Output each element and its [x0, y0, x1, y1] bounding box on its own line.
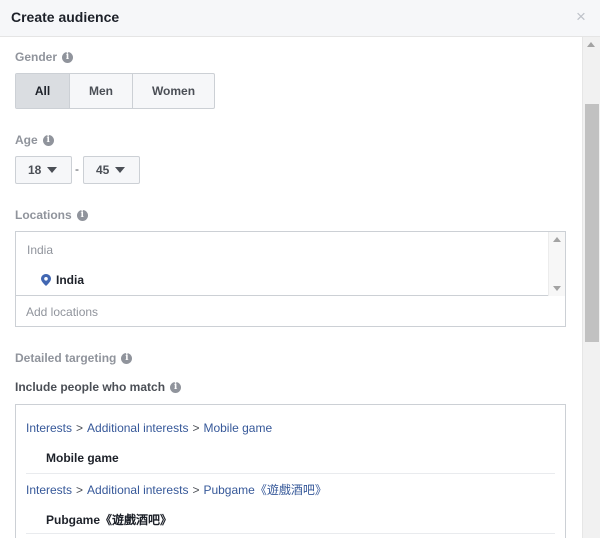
dialog-scrollbar[interactable] [582, 37, 600, 538]
age-min-value: 18 [28, 163, 42, 177]
locations-list-scrollbar[interactable] [548, 232, 565, 296]
info-icon[interactable]: i [76, 209, 88, 221]
info-icon[interactable]: i [62, 51, 74, 63]
location-pin-icon [41, 274, 51, 286]
location-item[interactable]: India [41, 273, 84, 287]
breadcrumb-link[interactable]: Additional interests [87, 421, 188, 435]
interest-breadcrumb: Interests > Additional interests > Pubgame《遊… [26, 481, 327, 498]
info-icon[interactable]: i [170, 381, 182, 393]
include-people-label: Include people who match i [15, 380, 182, 394]
location-item-label: India [56, 273, 85, 287]
interests-box: Interests > Additional interests > Mobile ga… [15, 404, 566, 538]
breadcrumb-separator: > [192, 483, 200, 497]
breadcrumb-link[interactable]: Additional interests [87, 483, 188, 497]
caret-down-icon [115, 167, 126, 173]
age-min-select[interactable]: 18 [15, 156, 72, 184]
dialog-title: Create audience [11, 9, 120, 25]
gender-label-text: Gender [15, 50, 58, 64]
locations-box: India India [15, 231, 566, 327]
divider [26, 533, 555, 534]
scroll-up-arrow-icon[interactable] [587, 42, 595, 47]
interest-item: Mobile game [46, 451, 119, 465]
breadcrumb-separator: > [76, 483, 84, 497]
divider [26, 473, 555, 474]
include-people-label-text: Include people who match [15, 380, 166, 394]
age-label: Age i [15, 133, 54, 147]
breadcrumb-link[interactable]: Interests [26, 421, 72, 435]
age-label-text: Age [15, 133, 38, 147]
scroll-down-arrow-icon[interactable] [553, 286, 561, 291]
detailed-targeting-label-text: Detailed targeting [15, 351, 117, 365]
breadcrumb-link[interactable]: Mobile game [203, 421, 272, 435]
info-icon[interactable]: i [121, 352, 133, 364]
location-group-label: India [27, 243, 54, 257]
locations-list: India India [16, 232, 565, 296]
add-locations-input[interactable] [16, 297, 565, 326]
close-icon[interactable]: × [574, 8, 588, 26]
age-max-select[interactable]: 45 [83, 156, 140, 184]
locations-label: Locations i [15, 208, 88, 222]
breadcrumb-separator: > [76, 421, 84, 435]
caret-down-icon [47, 167, 58, 173]
dialog-header: Create audience × [0, 0, 600, 37]
info-icon[interactable]: i [42, 134, 54, 146]
interest-item: Pubgame《遊戲酒吧》 [46, 513, 173, 527]
detailed-targeting-label: Detailed targeting i [15, 351, 133, 365]
breadcrumb-link[interactable]: Interests [26, 483, 72, 497]
interest-breadcrumb: Interests > Additional interests > Mobile ga… [26, 421, 272, 435]
gender-men-button[interactable]: Men [70, 74, 133, 108]
dialog-body: Gender i All Men Women Age i 18 - 45 Loc… [0, 37, 582, 538]
gender-segmented-control: All Men Women [15, 73, 215, 109]
locations-label-text: Locations [15, 208, 72, 222]
age-separator: - [75, 162, 79, 176]
gender-label: Gender i [15, 50, 74, 64]
gender-all-button[interactable]: All [16, 74, 70, 108]
gender-women-button[interactable]: Women [133, 74, 214, 108]
scroll-up-arrow-icon[interactable] [553, 237, 561, 242]
age-max-value: 45 [96, 163, 110, 177]
breadcrumb-link[interactable]: Pubgame《遊戲酒吧》 [203, 483, 326, 497]
breadcrumb-separator: > [192, 421, 200, 435]
scrollbar-thumb[interactable] [585, 104, 599, 342]
